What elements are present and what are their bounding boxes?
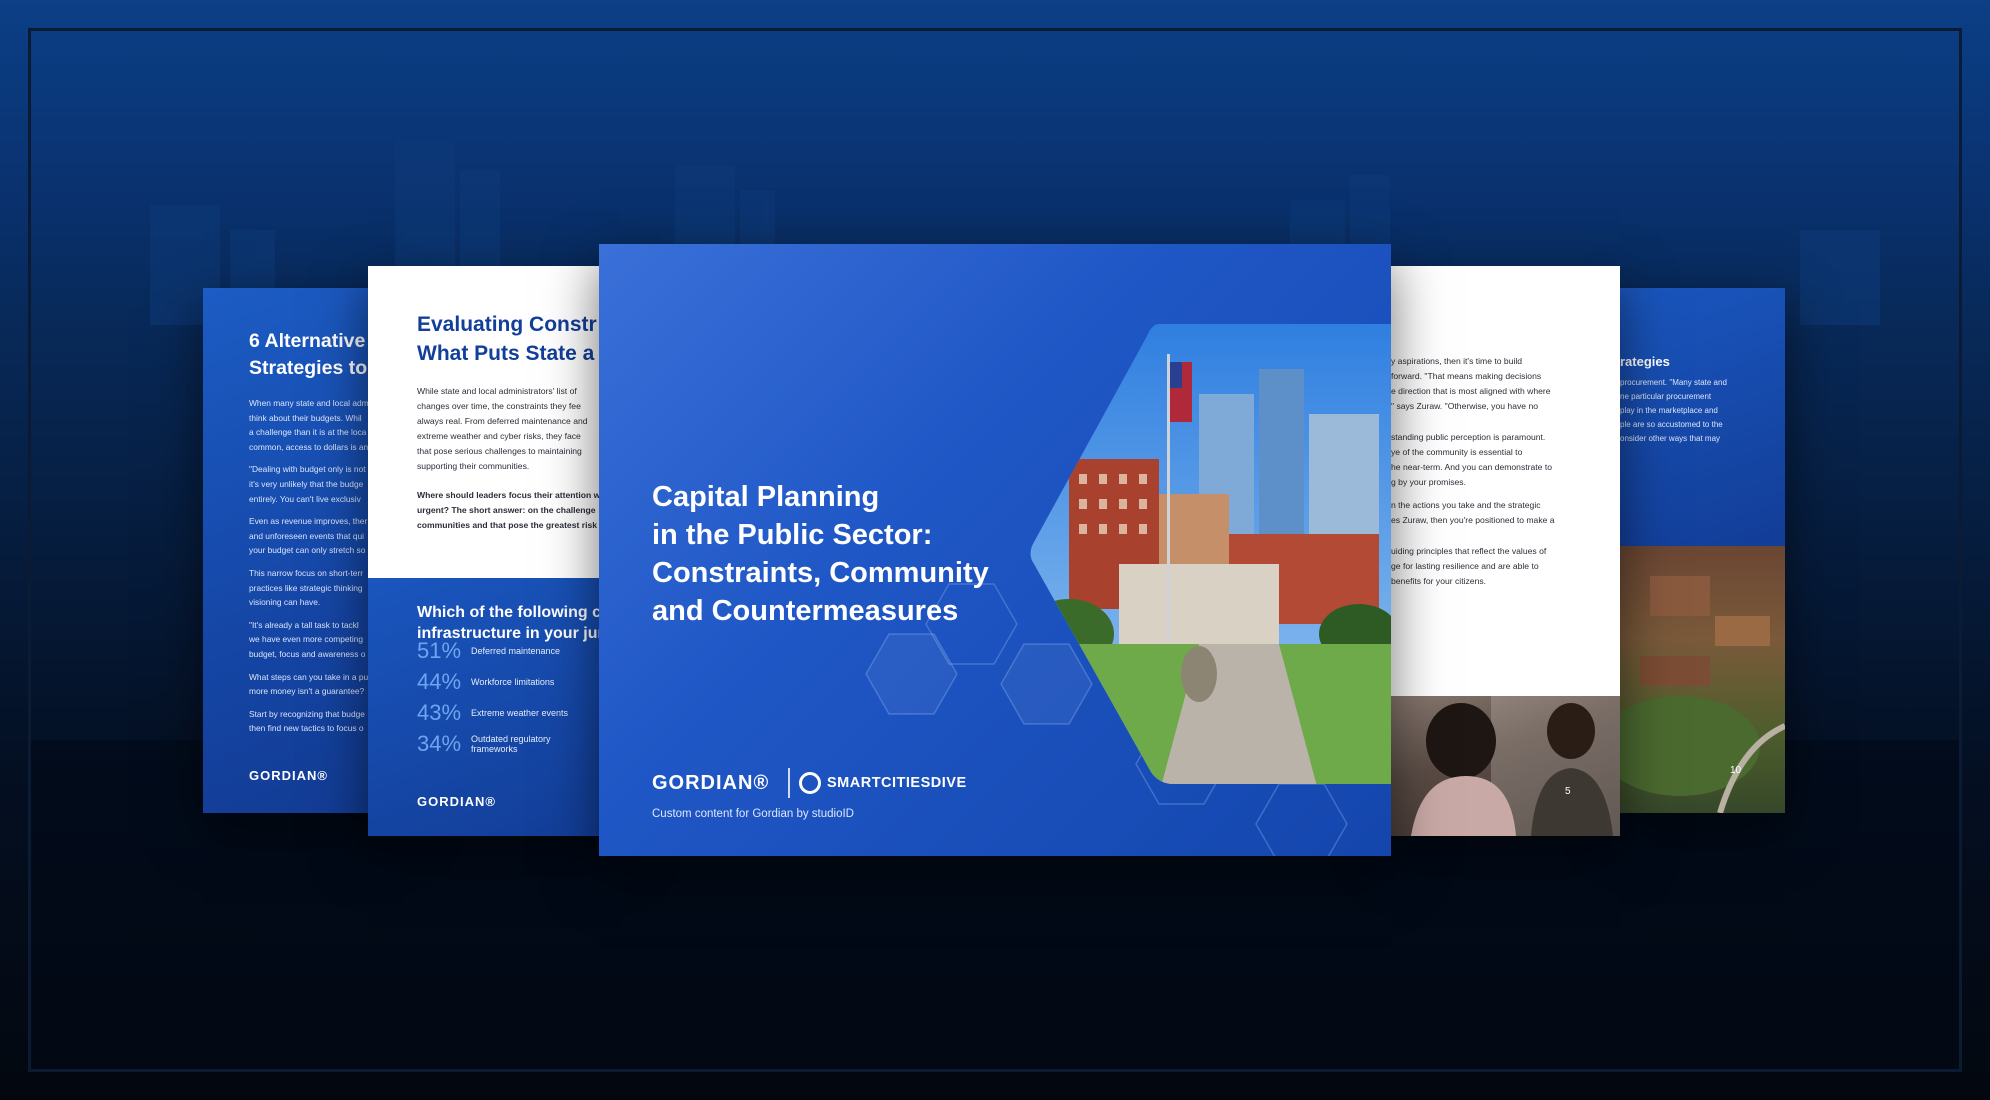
gordian-logo: GORDIAN® (652, 772, 770, 794)
page-heading: rategies (1620, 354, 1670, 369)
body-line: " says Zuraw. "Otherwise, you have no (1391, 401, 1539, 411)
smartcitiesdive-icon (799, 772, 821, 794)
body-line: standing public perception is paramount. (1391, 432, 1546, 442)
body-line: While state and local administrators' li… (417, 386, 577, 396)
body-line: g by your promises. (1391, 477, 1466, 487)
page-building-forward: y aspirations, then it's time to build fo… (1391, 266, 1620, 836)
page-evaluating-constraints: Evaluating Constr What Puts State a Whil… (368, 266, 620, 836)
question-line: communities and that pose the greatest r… (417, 520, 598, 530)
body-line: he near-term. And you can demonstrate to (1391, 462, 1552, 472)
body-line: that pose serious challenges to maintain… (417, 446, 582, 456)
page-number: 5 (1565, 786, 1571, 797)
stat-row: 51% Deferred maintenance (417, 638, 591, 664)
gordian-logo: GORDIAN® (249, 768, 328, 783)
stat-label: Deferred maintenance (471, 646, 561, 656)
body-line: benefits for your citizens. (1391, 576, 1487, 586)
body-line: changes over time, the constraints they … (417, 401, 581, 411)
campus-aerial-photo (1620, 546, 1785, 813)
page-heading: Evaluating Constr What Puts State a (417, 313, 597, 365)
people-meeting-photo (1391, 696, 1620, 836)
body-line: n the actions you take and the strategic (1391, 500, 1541, 510)
body-line: y aspirations, then it's time to build (1391, 356, 1523, 366)
page-strategies-right: rategies procurement. "Many state and ne … (1620, 288, 1785, 813)
body-line: uiding principles that reflect the value… (1391, 546, 1547, 556)
page-body-text: procurement. "Many state and ne particula… (1620, 376, 1727, 446)
page-body-text: While state and local administrators' li… (417, 384, 588, 474)
body-line: onsider other ways that may (1620, 434, 1721, 443)
body-line (1391, 490, 1555, 498)
gordian-logo: GORDIAN® (417, 794, 496, 809)
body-line: extreme weather and cyber risks, they fa… (417, 431, 581, 441)
stat-label: Workforce limitations (471, 677, 555, 687)
question-line: urgent? The short answer: on the challen… (417, 505, 596, 515)
body-line: forward. "That means making decisions (1391, 371, 1542, 381)
body-line: ne particular procurement (1620, 392, 1712, 401)
body-line: ge for lasting resilience and are able t… (1391, 561, 1539, 571)
body-line (1391, 414, 1555, 422)
smartcitiesdive-wordmark: SMARTCITIESDIVE (827, 775, 967, 791)
page-heading: 6 Alternative Strategies to (249, 330, 368, 379)
stat-value: 44% (417, 669, 462, 694)
logo-divider (788, 768, 790, 798)
body-line: supporting their communities. (417, 461, 530, 471)
cover-page: Capital Planning in the Public Sector: C… (599, 244, 1391, 856)
page-question-text: Where should leaders focus their attenti… (417, 488, 600, 533)
body-line: e direction that is most aligned with wh… (1391, 386, 1551, 396)
stat-value: 51% (417, 638, 462, 663)
cover-subtitle: Custom content for Gordian by studioID (652, 808, 854, 820)
stat-value: 34% (417, 731, 462, 756)
stat-value: 43% (417, 700, 462, 725)
stat-row: 43% Extreme weather events (417, 700, 591, 726)
stat-label: Extreme weather events (471, 708, 569, 718)
stat-label: Outdated regulatory frameworks (471, 734, 551, 754)
body-line: play in the marketplace and (1620, 406, 1718, 415)
page-number: 10 (1730, 765, 1742, 776)
body-line (1391, 528, 1555, 536)
body-line: es Zuraw, then you're positioned to make… (1391, 515, 1555, 525)
body-line (1391, 422, 1555, 430)
page-body-text: y aspirations, then it's time to build fo… (1391, 354, 1555, 589)
body-line: procurement. "Many state and (1620, 378, 1727, 387)
smartcitiesdive-logo: SMARTCITIESDIVE (799, 772, 967, 794)
body-line: ple are so accustomed to the (1620, 420, 1723, 429)
stat-row: 44% Workforce limitations (417, 669, 591, 695)
question-line: Where should leaders focus their attenti… (417, 490, 601, 500)
stat-row: 34% Outdated regulatory frameworks (417, 731, 591, 757)
body-line: ye of the community is essential to (1391, 447, 1523, 457)
cover-title: Capital Planning in the Public Sector: C… (652, 481, 989, 627)
body-line: always real. From deferred maintenance a… (417, 416, 588, 426)
body-line (1391, 536, 1555, 544)
